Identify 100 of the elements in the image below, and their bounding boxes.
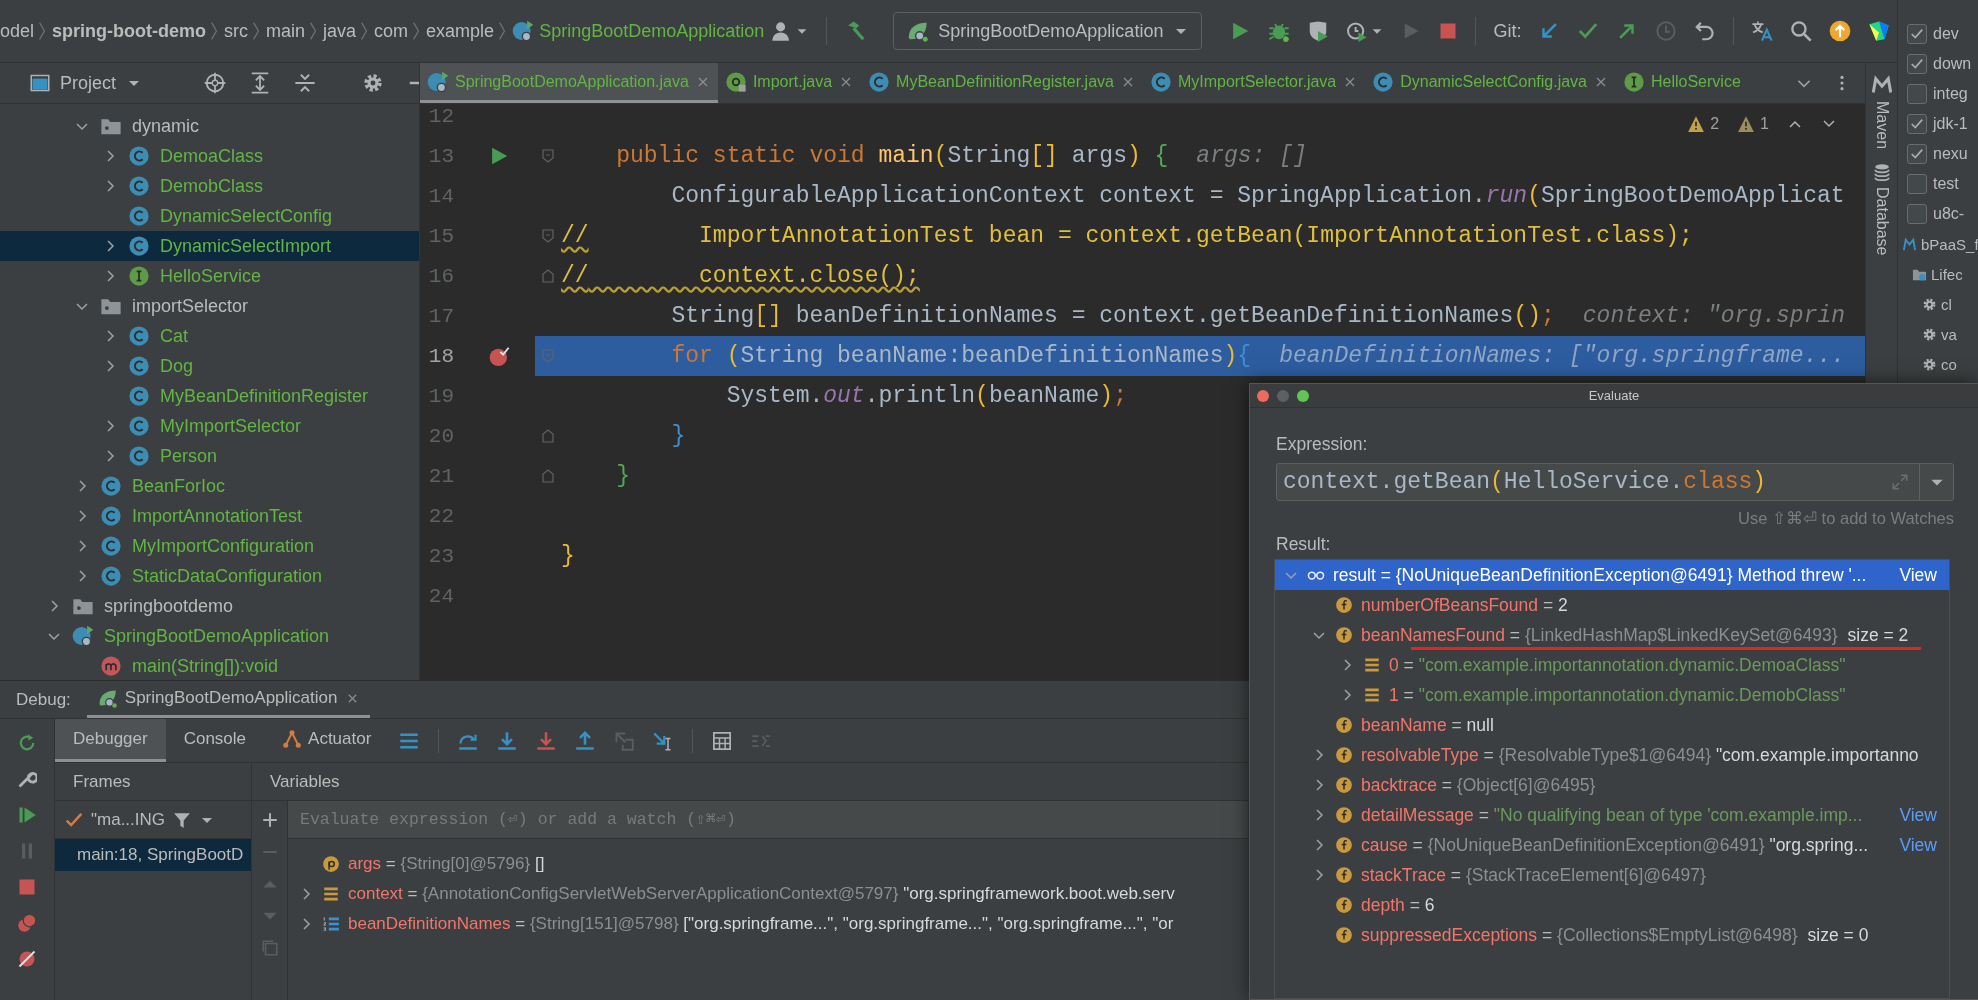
selected-row[interactable]: result = {NoUniqueBeanDefinitionException@6491} Method threw '... View xyxy=(1275,560,1949,590)
code-text: } xyxy=(561,543,575,569)
code-text: } xyxy=(670,423,686,449)
maven-tree-label: Lifec xyxy=(1931,265,1963,283)
variable-text: 1 = "com.example.importannotation.dynamic.DemobClass" xyxy=(1389,684,1846,706)
project-view-selector[interactable]: Project xyxy=(30,72,143,94)
run-configuration-dropdown[interactable]: SpringBootDemoApplication xyxy=(893,12,1203,50)
expression-label: Expression: xyxy=(1276,434,1369,455)
tree-item[interactable]: MyImportSelector xyxy=(0,411,419,441)
variable-text: beanNamesFound = {LinkedHashMap$LinkedKeySet@6493} size = 2 xyxy=(1361,624,1909,646)
variable-text: resolvableType = {ResolvableType$1@6494} "com.example.importanno xyxy=(1361,744,1919,766)
dialog-title: Evaluate xyxy=(1588,388,1640,403)
tree-item[interactable]: importSelector xyxy=(0,291,419,321)
tree-item[interactable]: BeanForIoc xyxy=(0,471,419,501)
code-text: // ImportAnnotationTest bean = context.getBean(ImportAnnotationTest.class); xyxy=(561,223,1693,249)
tree-label: HelloService xyxy=(160,265,262,287)
tree-item[interactable]: springbootdemo xyxy=(0,591,419,621)
line-number: 22 xyxy=(427,504,455,528)
tree-item[interactable]: dynamic xyxy=(0,111,419,141)
result-label: Result: xyxy=(1276,534,1332,555)
debug-tab[interactable]: Debugger xyxy=(55,719,166,762)
line-number: 24 xyxy=(427,584,455,608)
editor-tab[interactable]: Import.java xyxy=(717,63,862,103)
code-text: public static void main(String[] args) { xyxy=(615,143,1169,169)
tree-label: Cat xyxy=(160,325,188,347)
maven-tree-label: cl xyxy=(1941,295,1952,313)
tree-item[interactable]: DemoaClass xyxy=(0,141,419,171)
watch-hint: Use ⇧⌘⏎ to add to Watches xyxy=(1737,509,1954,528)
code-text: for (String beanName:beanDefinitionNames){ xyxy=(670,343,1252,369)
variable-text: beanName = null xyxy=(1361,714,1494,736)
maven-tool-button[interactable]: Maven xyxy=(1871,71,1892,154)
variable-text: 0 = "com.example.importannotation.dynamic.DemoaClass" xyxy=(1389,654,1846,676)
variable-text: args = {String[0]@5796} [] xyxy=(348,854,545,874)
profile-label: nexu xyxy=(1933,145,1968,163)
tree-item[interactable]: Cat xyxy=(0,321,419,351)
tree-label: ImportAnnotationTest xyxy=(132,505,303,527)
tree-item[interactable]: SpringBootDemoApplication xyxy=(0,621,419,651)
editor-tab[interactable]: MyBeanDefinitionRegister.java xyxy=(861,63,1143,103)
profile-label: jdk-1 xyxy=(1933,115,1968,133)
variable-text: suppressedExceptions = {Collections$EmptyList@6498} size = 0 xyxy=(1361,924,1869,946)
view-link[interactable]: View xyxy=(1899,834,1949,856)
line-number: 23 xyxy=(427,544,455,568)
tree-item[interactable]: Dog xyxy=(0,351,419,381)
breadcrumb-item[interactable]: main xyxy=(266,20,306,42)
line-number: 20 xyxy=(427,424,455,448)
profile-label: integ xyxy=(1933,85,1968,103)
tree-item[interactable]: Person xyxy=(0,441,419,471)
tree-item[interactable]: HelloService xyxy=(0,261,419,291)
breadcrumb-item[interactable]: java xyxy=(323,20,357,42)
line-number: 14 xyxy=(427,184,455,208)
breadcrumb-item[interactable]: odel xyxy=(0,20,35,42)
line-number: 21 xyxy=(427,464,455,488)
maven-tree-label: va xyxy=(1941,325,1957,343)
editor-tab[interactable]: MyImportSelector.java xyxy=(1142,63,1366,103)
expression-field[interactable]: context.getBean(HelloService.class) xyxy=(1276,463,1954,501)
tree-label: DynamicSelectImport xyxy=(160,235,332,257)
debug-label: Debug: xyxy=(15,688,72,711)
debug-tab[interactable]: Console xyxy=(165,719,265,762)
view-link[interactable]: View xyxy=(1899,804,1949,826)
breadcrumb-item[interactable]: spring-boot-demo xyxy=(52,20,206,42)
editor-tab[interactable]: SpringBootDemoApplication.java xyxy=(420,63,718,103)
variable-text: backtrace = {Object[6]@6495} xyxy=(1361,774,1596,796)
editor-tab[interactable]: HelloService xyxy=(1616,63,1748,103)
thread-selector[interactable]: "ma...ING xyxy=(91,809,166,830)
line-number: 13 xyxy=(427,144,455,168)
code-text: System.out.println(beanName); xyxy=(725,383,1127,409)
tree-label: MyBeanDefinitionRegister xyxy=(160,385,369,407)
profile-label: u8c- xyxy=(1933,205,1965,223)
editor-tab[interactable]: DynamicSelectConfig.java xyxy=(1365,63,1616,103)
tree-item[interactable]: DemobClass xyxy=(0,171,419,201)
breadcrumb-item[interactable]: src xyxy=(224,20,248,42)
tree-item[interactable]: main(String[]):void xyxy=(0,651,419,680)
breadcrumb-item[interactable]: SpringBootDemoApplication xyxy=(539,20,765,42)
tree-item[interactable]: MyBeanDefinitionRegister xyxy=(0,381,419,411)
breadcrumb-item[interactable]: com xyxy=(374,20,409,42)
line-number: 15 xyxy=(427,224,455,248)
tree-item[interactable]: MyImportConfiguration xyxy=(0,531,419,561)
database-tool-button[interactable]: Database xyxy=(1872,159,1891,260)
tree-label: MyImportConfiguration xyxy=(132,535,315,557)
frame-item[interactable]: main:18, SpringBootD xyxy=(55,839,251,871)
tree-label: Dog xyxy=(160,355,194,377)
variable-text: numberOfBeansFound = 2 xyxy=(1361,594,1568,616)
maven-tree-label: bPaaS_f xyxy=(1921,235,1978,253)
line-number: 12 xyxy=(427,104,455,128)
line-number: 18 xyxy=(427,344,455,368)
tree-label: DynamicSelectConfig xyxy=(160,205,333,227)
tree-item[interactable]: DynamicSelectImport xyxy=(0,231,419,261)
tree-item[interactable]: ImportAnnotationTest xyxy=(0,501,419,531)
tree-item[interactable]: StaticDataConfiguration xyxy=(0,561,419,591)
breadcrumb-item[interactable]: example xyxy=(426,20,495,42)
weak-warning-count: 1 xyxy=(1760,115,1769,133)
tree-item[interactable]: DynamicSelectConfig xyxy=(0,201,419,231)
git-label: Git: xyxy=(1493,20,1522,42)
code-text: // context.close(); xyxy=(561,263,920,289)
tree-label: BeanForIoc xyxy=(132,475,226,497)
tree-label: SpringBootDemoApplication xyxy=(104,625,330,647)
debug-tab[interactable]: Actuator xyxy=(264,719,390,762)
tree-label: StaticDataConfiguration xyxy=(132,565,323,587)
variable-text: depth = 6 xyxy=(1361,894,1435,916)
view-link[interactable]: View xyxy=(1899,564,1949,586)
